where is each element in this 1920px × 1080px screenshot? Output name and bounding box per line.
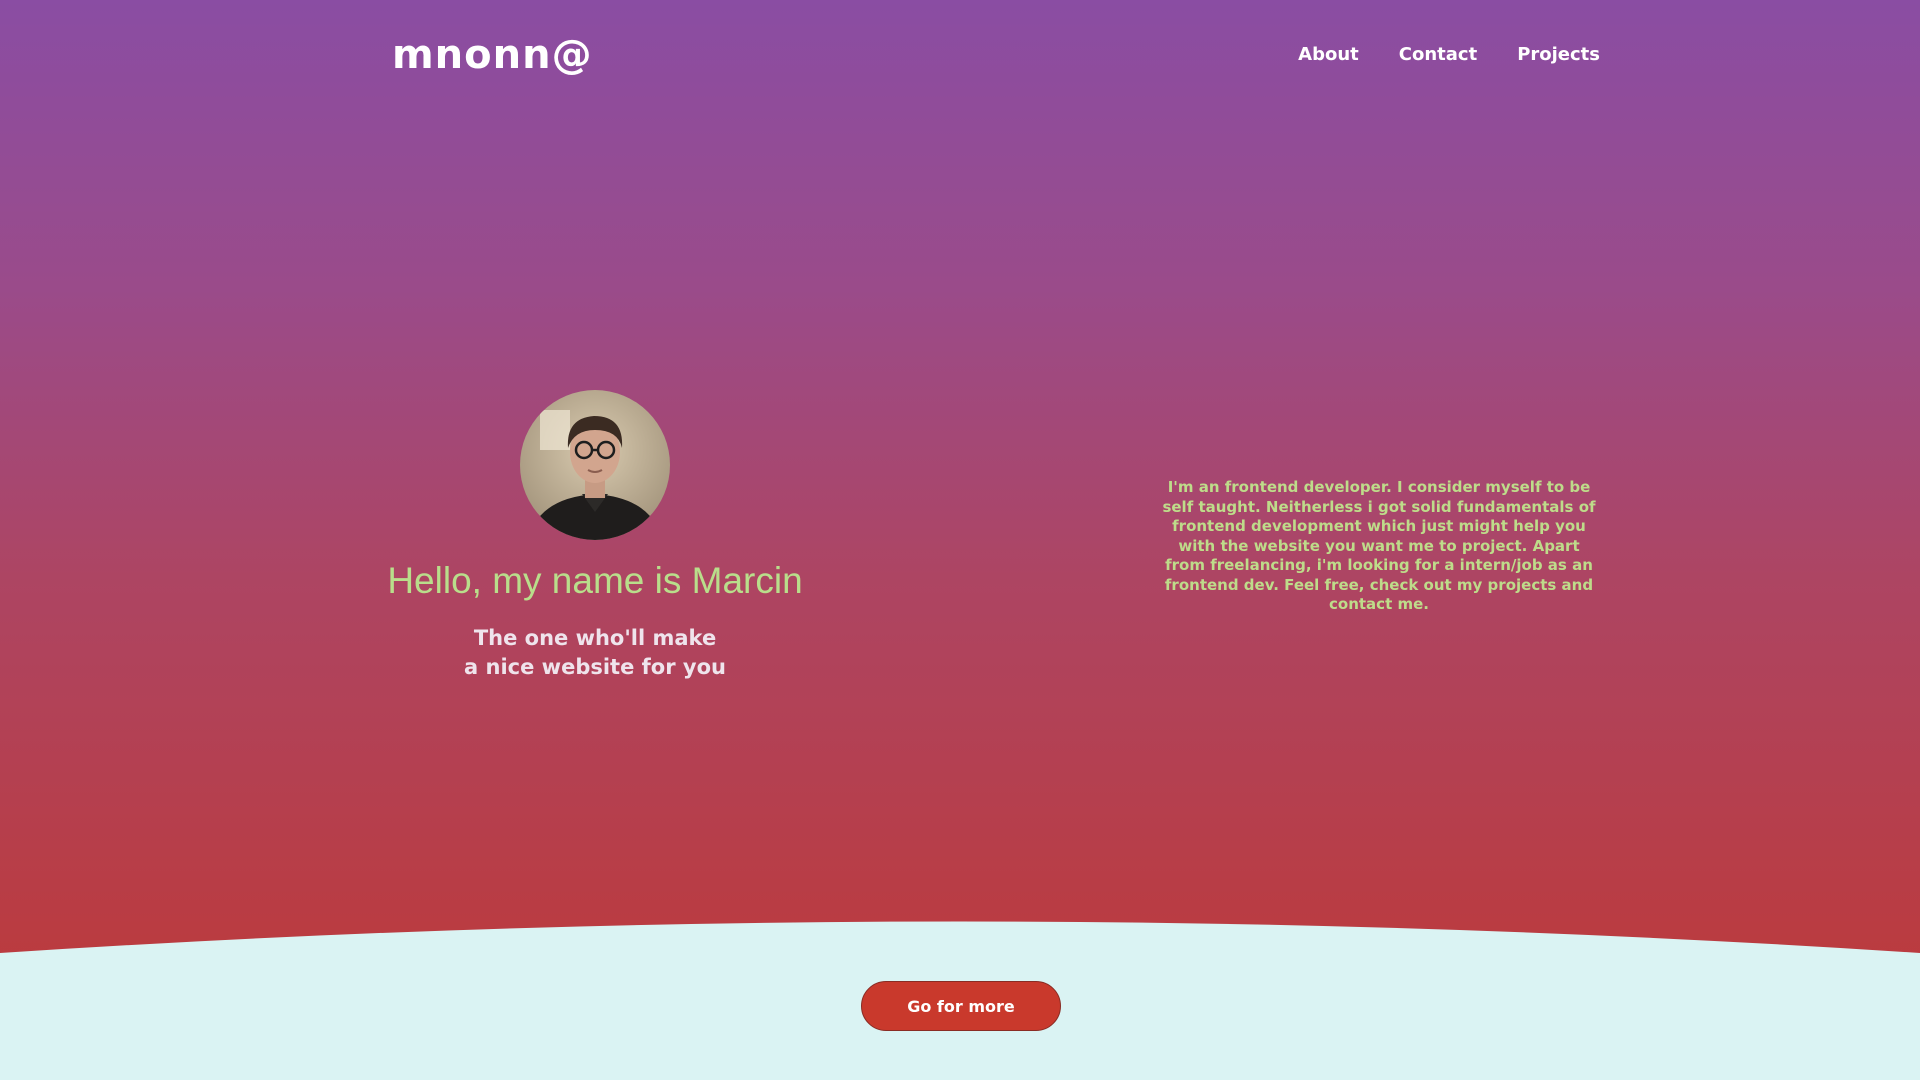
bio-text: I'm an frontend developer. I consider my… (1162, 478, 1596, 613)
profile-photo (520, 390, 670, 540)
tagline-line-1: The one who'll make (473, 626, 717, 650)
top-nav: mnonn@ About Contact Projects (0, 0, 1920, 112)
nav-links: About Contact Projects (1298, 44, 1600, 65)
tagline-line-2: a nice website for you (464, 655, 726, 679)
profile-block: Hello, my name is Marcin The one who'll … (387, 390, 803, 682)
site-logo[interactable]: mnonn@ (392, 32, 593, 78)
nav-link-about[interactable]: About (1298, 44, 1359, 65)
nav-link-projects[interactable]: Projects (1517, 44, 1600, 65)
nav-link-contact[interactable]: Contact (1399, 44, 1477, 65)
go-for-more-button[interactable]: Go for more (861, 981, 1061, 1031)
page: mnonn@ About Contact Projects Hello, my … (0, 0, 1920, 1080)
profile-photo-icon (520, 390, 670, 540)
tagline: The one who'll make a nice website for y… (464, 624, 726, 682)
hero-section (0, 0, 1920, 960)
greeting-heading: Hello, my name is Marcin (387, 560, 803, 601)
